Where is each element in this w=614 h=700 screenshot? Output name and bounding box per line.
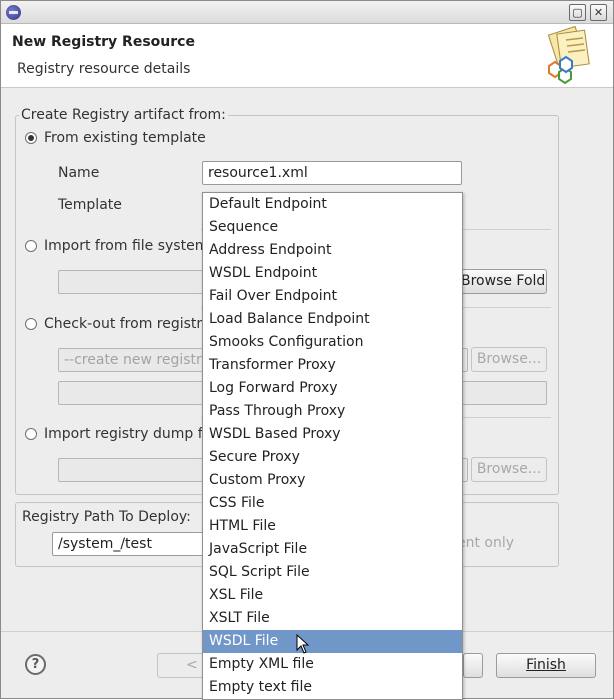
- radio-import-file-label: Import from file system: [44, 238, 209, 254]
- page-subtitle: Registry resource details: [17, 61, 191, 77]
- radio-import-dump[interactable]: Import registry dump fi: [25, 426, 207, 442]
- dialog-window: ▢ ✕ New Registry Resource Registry resou…: [0, 0, 614, 700]
- deploy-path-legend: Registry Path To Deploy:: [22, 509, 191, 525]
- restore-icon[interactable]: ▢: [569, 4, 586, 21]
- dropdown-item[interactable]: Smooks Configuration: [203, 331, 462, 354]
- registry-wizard-banner-icon: [547, 26, 590, 84]
- dropdown-item[interactable]: Fail Over Endpoint: [203, 285, 462, 308]
- mouse-cursor-icon: [296, 634, 310, 654]
- radio-existing-template-label: From existing template: [44, 130, 206, 146]
- dropdown-item[interactable]: Log Forward Proxy: [203, 377, 462, 400]
- title-bar[interactable]: ▢ ✕: [1, 1, 613, 24]
- radio-checkout[interactable]: Check-out from registry: [25, 316, 210, 332]
- eclipse-icon: [6, 5, 21, 20]
- dropdown-item[interactable]: HTML File: [203, 515, 462, 538]
- radio-checkout-label: Check-out from registry: [44, 316, 211, 332]
- create-artifact-legend: Create Registry artifact from:: [19, 107, 228, 123]
- dropdown-item[interactable]: Sequence: [203, 216, 462, 239]
- wizard-header: New Registry Resource Registry resource …: [1, 24, 613, 88]
- dropdown-item[interactable]: Pass Through Proxy: [203, 400, 462, 423]
- dropdown-item[interactable]: Secure Proxy: [203, 446, 462, 469]
- dropdown-item[interactable]: WSDL Based Proxy: [203, 423, 462, 446]
- dropdown-item[interactable]: CSS File: [203, 492, 462, 515]
- dropdown-item[interactable]: Default Endpoint: [203, 193, 462, 216]
- checkout-path-input[interactable]: --create new registry: [58, 348, 208, 372]
- finish-button-label: Finish: [526, 657, 566, 673]
- template-dropdown-list[interactable]: Default Endpoint Sequence Address Endpoint…: [202, 192, 463, 700]
- next-button-edge[interactable]: [463, 653, 483, 678]
- radio-indicator[interactable]: [25, 318, 37, 330]
- dropdown-item[interactable]: Transformer Proxy: [203, 354, 462, 377]
- radio-indicator[interactable]: [25, 240, 37, 252]
- finish-button[interactable]: Finish: [496, 653, 596, 678]
- dump-path-input[interactable]: [58, 458, 208, 482]
- dropdown-item[interactable]: WSDL Endpoint: [203, 262, 462, 285]
- dropdown-item[interactable]: WSDL File: [203, 630, 462, 653]
- name-input[interactable]: resource1.xml: [202, 161, 462, 185]
- dropdown-item[interactable]: Custom Proxy: [203, 469, 462, 492]
- dropdown-item[interactable]: Address Endpoint: [203, 239, 462, 262]
- name-label: Name: [58, 165, 100, 181]
- dropdown-item[interactable]: JavaScript File: [203, 538, 462, 561]
- dump-browse-button[interactable]: Browse...: [471, 457, 547, 482]
- dropdown-item[interactable]: Empty text file: [203, 676, 462, 699]
- radio-import-file[interactable]: Import from file system: [25, 238, 208, 254]
- radio-selected-indicator[interactable]: [25, 132, 37, 144]
- import-file-path-input[interactable]: [58, 270, 208, 294]
- radio-import-dump-label: Import registry dump fi: [44, 426, 207, 442]
- deploy-path-input[interactable]: /system_/test: [52, 532, 207, 556]
- help-icon[interactable]: ?: [25, 654, 46, 675]
- page-title: New Registry Resource: [12, 34, 195, 50]
- dropdown-item[interactable]: SQL Script File: [203, 561, 462, 584]
- dropdown-item[interactable]: XSL File: [203, 584, 462, 607]
- checkout-browse-button[interactable]: Browse...: [471, 347, 547, 372]
- dropdown-item[interactable]: Load Balance Endpoint: [203, 308, 462, 331]
- template-label: Template: [58, 197, 122, 213]
- dropdown-item[interactable]: Empty XML file: [203, 653, 462, 676]
- radio-indicator[interactable]: [25, 428, 37, 440]
- browse-folder-button[interactable]: Browse Folde: [456, 269, 547, 294]
- deploy-option-hint: ent only: [457, 535, 515, 551]
- dropdown-item[interactable]: XSLT File: [203, 607, 462, 630]
- close-icon[interactable]: ✕: [590, 4, 607, 21]
- radio-existing-template[interactable]: From existing template: [25, 130, 206, 146]
